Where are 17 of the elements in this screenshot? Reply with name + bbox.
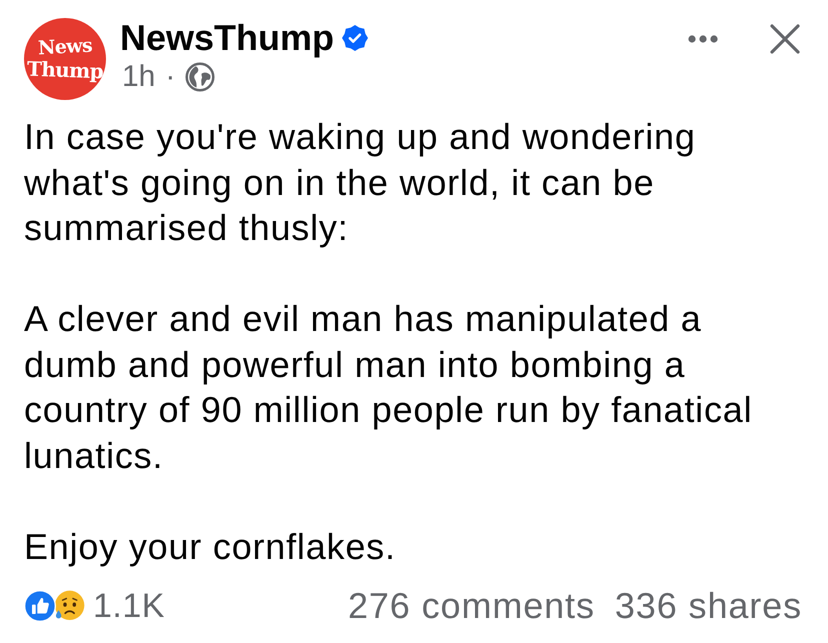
post-text: In case you're waking up and wondering what's going on in the world, it can be summarised thusly: [24, 115, 697, 250]
thumbs-up-icon [24, 590, 56, 622]
shares-link[interactable]: 336 shares [614, 586, 802, 626]
logo-avatar[interactable]: News Thump [24, 18, 106, 100]
separator-dot: · [165, 59, 176, 95]
logo-text: News [37, 34, 93, 60]
comments-link[interactable]: 276 comments [348, 586, 595, 626]
post-time[interactable]: 1h [122, 59, 156, 95]
globe-icon [185, 62, 216, 92]
post-text: Enjoy your cornflakes. [24, 524, 397, 568]
post-text: A clever and evil man has manipulated a dumb and powerful man into bombing a country of 90 million people run by fanatical lunatics. [24, 297, 754, 478]
page-name[interactable]: NewsThump [120, 18, 334, 58]
sad-face-icon [53, 590, 85, 622]
logo-text: Thump [26, 58, 104, 84]
close-icon [770, 24, 800, 54]
reaction-count[interactable]: 1.1K [93, 586, 165, 626]
more-icon [688, 35, 718, 43]
